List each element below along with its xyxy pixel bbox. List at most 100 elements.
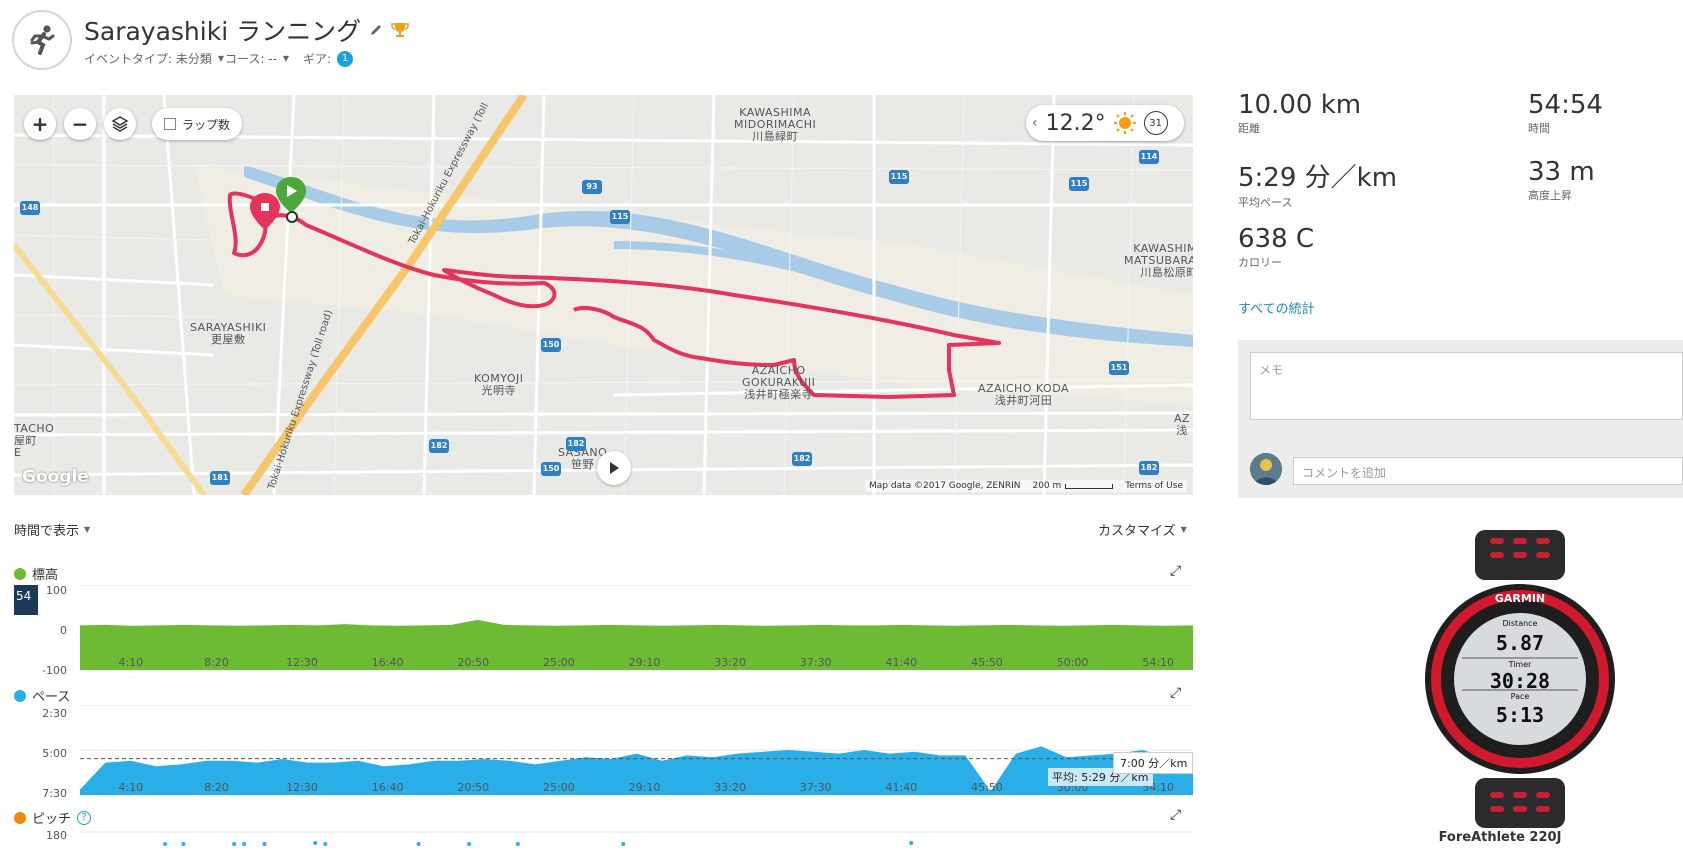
gear-count-badge: 1 — [337, 50, 354, 67]
route-shield: 182 — [1139, 461, 1159, 475]
data-point — [242, 842, 247, 846]
series-color-dot — [14, 689, 26, 702]
data-point — [181, 842, 186, 846]
place-label: KOMYOJI 光明寺 — [474, 372, 524, 397]
x-tick-label: 25:00 — [543, 781, 575, 794]
time-label: 時間 — [1528, 122, 1550, 135]
route-shield: 182 — [792, 452, 812, 466]
route-shield: 114 — [1139, 150, 1159, 164]
lap-checkbox[interactable] — [164, 118, 176, 130]
elevation-label: 高度上昇 — [1528, 189, 1572, 202]
x-tick-label: 50:00 — [1057, 656, 1089, 669]
pace-chart[interactable]: 4:10 8:20 12:30 16:40 20:50 25:00 29:10 33:20 37… — [80, 705, 1193, 797]
temperature: 12.2° — [1045, 110, 1106, 136]
data-point — [163, 842, 168, 846]
memo-field[interactable]: メモ — [1250, 352, 1683, 420]
help-icon[interactable]: ? — [77, 810, 92, 825]
route-shield: 182 — [429, 439, 449, 453]
data-point — [416, 842, 421, 846]
cadence-chart[interactable] — [80, 830, 1193, 850]
device-row-value: 5.87 — [1496, 631, 1544, 655]
course-dropdown[interactable]: コース: -- ▼ — [225, 50, 289, 67]
distance-label: 距離 — [1238, 122, 1260, 135]
map-scale: 200 m — [1032, 481, 1114, 491]
route-shield: 150 — [541, 338, 561, 352]
pace-label: 平均ペース — [1238, 196, 1293, 209]
pace-chart-title: ペース — [14, 686, 70, 705]
calories-label: カロリー — [1238, 256, 1282, 269]
place-label: AZAICHO KODA 浅井町河田 — [978, 382, 1070, 407]
device-name: ForeAthlete 220J — [1438, 830, 1562, 845]
course-label: コース: -- — [225, 52, 277, 66]
x-tick-label: 4:10 — [118, 781, 143, 794]
x-tick-label: 20:50 — [457, 781, 489, 794]
place-label: AZAICHO GOKURAKUJI 浅井町極楽寺 — [742, 364, 816, 401]
weather-widget[interactable]: ‹ 12.2° 31 — [1026, 105, 1184, 141]
google-logo: Google — [22, 467, 89, 487]
map-data-credit: Map data ©2017 Google, ZENRIN — [869, 481, 1021, 491]
date-badge[interactable]: 31 — [1143, 111, 1168, 135]
activity-title[interactable]: Sarayashiki ランニング — [84, 12, 361, 48]
series-color-dot — [14, 567, 26, 580]
y-tick-label: 0 — [60, 624, 67, 637]
customize-dropdown[interactable]: カスタマイズ ▼ — [1098, 520, 1187, 539]
map-layers-button[interactable] — [104, 108, 136, 140]
route-shield: 115 — [889, 170, 909, 184]
layers-icon — [111, 116, 129, 132]
cadence-chart-title: ピッチ? — [14, 808, 92, 827]
play-icon — [610, 462, 619, 474]
expand-icon[interactable]: ⤢ — [1170, 563, 1181, 579]
route-shield: 182 — [566, 437, 586, 451]
route-shield: 148 — [20, 201, 40, 215]
chevron-left-icon[interactable]: ‹ — [1032, 115, 1038, 131]
pace-value: 5:29 分／km — [1238, 163, 1398, 193]
activity-map[interactable]: Tokai-Hokuriku Expressway (Toll Tokai-Ho… — [14, 95, 1193, 495]
x-tick-label: 12:30 — [286, 781, 318, 794]
comment-input[interactable]: コメントを追加 — [1293, 457, 1683, 485]
elevation-chart[interactable]: 4:10 8:20 12:30 16:40 20:50 25:00 29:10 33:20 37… — [80, 585, 1193, 673]
x-tick-label: 41:40 — [885, 656, 917, 669]
all-stats-link[interactable]: すべての統計 — [1238, 298, 1315, 317]
place-label: AZ 浅 — [1174, 412, 1191, 437]
zoom-in-button[interactable]: + — [24, 108, 56, 140]
map-canvas[interactable]: Tokai-Hokuriku Expressway (Toll Tokai-Ho… — [14, 95, 1193, 495]
route-shield: 181 — [210, 471, 230, 485]
place-label: TACHO 屋町 E — [14, 422, 55, 459]
x-tick-label: 8:20 — [204, 656, 229, 669]
x-tick-label: 33:20 — [714, 781, 746, 794]
route-shield: 115 — [1069, 177, 1089, 191]
device-row-label: Timer — [1508, 660, 1533, 669]
route-shield: 151 — [1109, 361, 1129, 375]
zoom-out-button[interactable]: − — [64, 108, 96, 140]
activity-title-row: Sarayashiki ランニング — [84, 12, 409, 48]
edit-pencil-icon[interactable] — [369, 23, 383, 37]
pace-tooltip: 7:00 分／km — [1113, 752, 1193, 774]
x-tick-label: 16:40 — [372, 781, 404, 794]
stat-pace: 5:29 分／km 平均ペース — [1238, 157, 1397, 210]
route-playback-button[interactable] — [597, 451, 631, 485]
event-type-dropdown[interactable]: イベントタイプ: 未分類 ▼ — [84, 50, 224, 67]
device-row-value: 30:28 — [1490, 669, 1550, 693]
x-tick-label: 45:50 — [971, 781, 1003, 794]
device-row-label: Distance — [1503, 619, 1538, 628]
gear-selector[interactable]: ギア: 1 — [303, 50, 354, 67]
display-by-dropdown[interactable]: 時間で表示 ▼ — [14, 520, 90, 539]
x-tick-label: 37:30 — [800, 656, 832, 669]
x-tick-label: 29:10 — [629, 656, 661, 669]
trophy-icon[interactable] — [391, 21, 409, 39]
place-label: KAWASHIMA MATSUBARAMA 川島松原町 — [1124, 242, 1193, 279]
x-tick-label: 37:30 — [800, 781, 832, 794]
series-color-dot — [14, 811, 26, 824]
elevation-chart-title: 標高 — [14, 564, 58, 583]
x-tick-label: 25:00 — [543, 656, 575, 669]
time-value: 54:54 — [1528, 90, 1603, 120]
chart-title-text: ピッチ — [32, 812, 72, 827]
terms-link[interactable]: Terms of Use — [1125, 481, 1183, 491]
expand-icon[interactable]: ⤢ — [1170, 685, 1181, 701]
y-tick-label: 100 — [46, 584, 67, 597]
lap-toggle[interactable]: ラップ数 — [152, 108, 243, 140]
data-point — [467, 842, 472, 846]
expand-icon[interactable]: ⤢ — [1170, 807, 1181, 823]
x-tick-label: 4:10 — [118, 656, 143, 669]
x-tick-label: 45:50 — [971, 656, 1003, 669]
